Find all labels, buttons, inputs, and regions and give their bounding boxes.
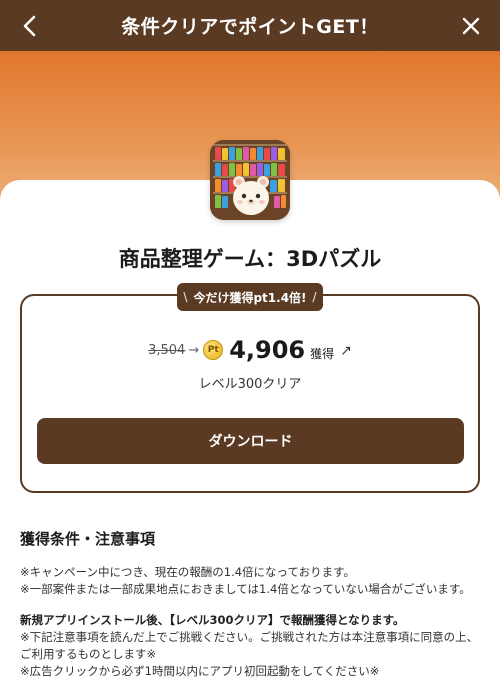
- download-button[interactable]: ダウンロード: [37, 418, 464, 464]
- bonus-badge-label: 今だけ獲得pt1.4倍!: [193, 290, 307, 305]
- old-points: 3,504: [148, 342, 186, 358]
- notes-heading: 獲得条件・注意事項: [20, 530, 156, 548]
- points-row: 3,504 → Pt 4,906 獲得 ↗: [0, 334, 500, 366]
- sparkle-left-icon: \: [183, 290, 188, 304]
- app-icon: [210, 140, 290, 220]
- arrow-right-icon: →: [188, 342, 200, 358]
- back-button[interactable]: [4, 0, 54, 51]
- note-line: ※キャンペーン中につき、現在の報酬の1.4倍になっております。: [20, 565, 355, 579]
- sparkle-right-icon: /: [312, 290, 317, 304]
- note-strong-line: 新規アプリインストール後、【レベル300クリア】で報酬獲得となります。: [20, 613, 405, 627]
- header-bar: 条件クリアでポイントGET！: [0, 0, 500, 51]
- note-line: ※広告クリックから必ず1時間以内にアプリ初回起動をしてください※: [20, 664, 380, 678]
- arrow-up-right-icon: ↗: [340, 343, 352, 359]
- point-coin-icon: Pt: [203, 340, 224, 360]
- close-icon: [462, 17, 480, 34]
- points-unit: 獲得: [310, 346, 335, 361]
- close-button[interactable]: [446, 0, 496, 51]
- reward-condition: レベル300クリア: [198, 377, 302, 392]
- chevron-left-icon: [23, 15, 36, 36]
- page-title: 条件クリアでポイントGET！: [121, 16, 379, 38]
- app-title: 商品整理ゲーム：3Dパズル: [118, 247, 382, 271]
- new-points: 4,906: [229, 336, 306, 364]
- note-line: ※下記注意事項を読んだ上でご挑戦ください。ご挑戦された方は本注意事項に同意の上、…: [20, 630, 479, 661]
- note-line: ※一部案件または一部成果地点におきましては1.4倍となっていない場合がございます…: [20, 582, 471, 596]
- bonus-badge: \ 今だけ獲得pt1.4倍! /: [177, 283, 323, 311]
- notes-body: ※キャンペーン中につき、現在の報酬の1.4倍になっております。 ※一部案件または…: [20, 564, 482, 680]
